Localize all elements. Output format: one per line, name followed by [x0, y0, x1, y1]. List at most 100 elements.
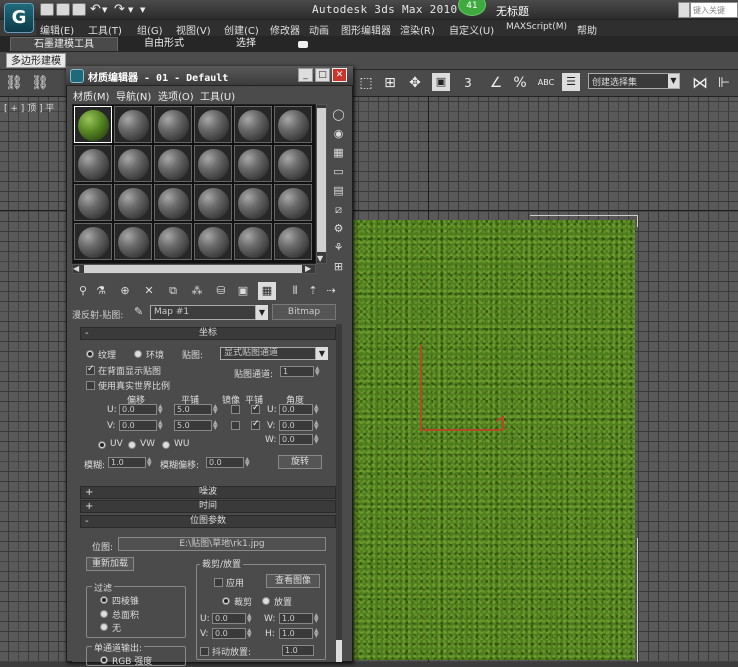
- texture-radio[interactable]: [86, 350, 94, 358]
- blur-offset-field[interactable]: 0.0: [206, 457, 244, 468]
- percent-snap-icon[interactable]: %: [510, 73, 530, 93]
- menu-customize[interactable]: 自定义(U): [449, 22, 494, 37]
- use-pivot-icon[interactable]: ⊞: [380, 73, 400, 93]
- video-color-check-icon[interactable]: ▤: [330, 182, 347, 199]
- menu-edit[interactable]: 编辑(E): [40, 22, 74, 37]
- options-icon[interactable]: ⚙: [330, 220, 347, 237]
- snaps-toggle-icon[interactable]: 3: [458, 73, 478, 93]
- material-sample-slot[interactable]: [154, 145, 192, 182]
- spinner-snap-icon[interactable]: ABC: [536, 73, 556, 93]
- u-offset-field[interactable]: 0.0: [119, 404, 157, 415]
- unlink-icon[interactable]: ⛓: [30, 73, 50, 93]
- jitter-checkbox[interactable]: [200, 647, 209, 656]
- menu-create[interactable]: 创建(C): [224, 22, 259, 37]
- v-tile-checkbox[interactable]: [251, 419, 260, 430]
- reload-button[interactable]: 重新加载: [86, 557, 134, 571]
- v-angle-spinner[interactable]: ▲ ▼: [314, 420, 319, 431]
- chevron-down-icon[interactable]: ▼: [316, 347, 328, 360]
- rotate-button[interactable]: 旋转: [278, 455, 322, 469]
- material-sample-slot[interactable]: [74, 145, 112, 182]
- blur-spinner[interactable]: ▲ ▼: [147, 457, 152, 468]
- v-offset-spinner[interactable]: ▲ ▼: [158, 420, 163, 431]
- bitmap-params-rollout-header[interactable]: - 位图参数: [80, 515, 336, 528]
- environment-radio[interactable]: [134, 350, 142, 358]
- grass-plane-object[interactable]: [353, 220, 635, 660]
- go-forward-sibling-icon[interactable]: ⇢: [322, 282, 340, 300]
- show-map-on-back-checkbox[interactable]: [86, 364, 95, 375]
- material-sample-slot[interactable]: [234, 145, 272, 182]
- apply-checkbox[interactable]: [214, 578, 223, 587]
- vw-radio[interactable]: [128, 441, 136, 449]
- crop-radio[interactable]: [222, 597, 230, 605]
- backlight-icon[interactable]: ◉: [330, 125, 347, 142]
- u-angle-field[interactable]: 0.0: [279, 404, 313, 415]
- menu-views[interactable]: 视图(V): [176, 22, 211, 37]
- crop-v-spinner[interactable]: ▲ ▼: [247, 628, 252, 639]
- slots-horizontal-scroll-thumb[interactable]: [84, 265, 302, 273]
- put-to-scene-icon[interactable]: ⚗: [92, 282, 110, 300]
- menu-graph-editors[interactable]: 图形编辑器: [341, 22, 391, 37]
- me-menu-utilities[interactable]: 工具(U): [200, 88, 235, 103]
- summed-area-radio[interactable]: [100, 610, 108, 618]
- material-sample-slot[interactable]: [154, 184, 192, 221]
- menu-rendering[interactable]: 渲染(R): [400, 22, 435, 37]
- v-angle-field[interactable]: 0.0: [279, 420, 313, 431]
- uv-tiling-icon[interactable]: ▭: [330, 163, 347, 180]
- put-to-library-icon[interactable]: ⛁: [212, 282, 230, 300]
- material-sample-slot[interactable]: [234, 184, 272, 221]
- me-menu-options[interactable]: 选项(O): [158, 88, 194, 103]
- bitmap-path-button[interactable]: E:\贴图\草地\rk1.jpg: [118, 537, 326, 551]
- view-image-button[interactable]: 查看图像: [266, 574, 320, 588]
- me-menu-material[interactable]: 材质(M): [73, 88, 109, 103]
- map-name-field[interactable]: Map #1: [150, 305, 256, 320]
- material-sample-slot[interactable]: [274, 106, 312, 143]
- align-icon[interactable]: ⊩: [714, 73, 734, 93]
- tab-graphite-modeling[interactable]: 石墨建模工具: [10, 37, 118, 51]
- snap-toggle-icon[interactable]: ▣: [432, 73, 450, 91]
- material-sample-slot[interactable]: [194, 106, 232, 143]
- mapping-dropdown[interactable]: 显式贴图通道: [220, 347, 316, 360]
- make-copy-icon[interactable]: ⧉: [164, 282, 182, 300]
- ribbon-minimize-icon[interactable]: [298, 41, 308, 48]
- chevron-down-icon[interactable]: ▼: [256, 305, 268, 320]
- material-id-channel-icon[interactable]: ▣: [234, 282, 252, 300]
- time-rollout-header[interactable]: + 时间: [80, 500, 336, 513]
- material-sample-slot[interactable]: [114, 223, 152, 260]
- close-icon[interactable]: ✕: [332, 68, 347, 82]
- edit-named-selection-icon[interactable]: ☰: [562, 73, 580, 91]
- material-sample-slot[interactable]: [274, 223, 312, 260]
- rollout-scroll-thumb[interactable]: [336, 640, 342, 662]
- v-tiling-spinner[interactable]: ▲ ▼: [213, 420, 218, 431]
- crop-u-field[interactable]: 0.0: [212, 613, 246, 624]
- save-file-icon[interactable]: [72, 3, 86, 16]
- minimize-icon[interactable]: _: [298, 68, 313, 82]
- menu-maxscript[interactable]: MAXScript(M): [506, 22, 567, 32]
- uv-radio[interactable]: [98, 441, 106, 449]
- noise-rollout-header[interactable]: + 噪波: [80, 486, 336, 499]
- crop-u-spinner[interactable]: ▲ ▼: [247, 613, 252, 624]
- map-type-button[interactable]: Bitmap: [272, 304, 336, 320]
- crop-h-spinner[interactable]: ▲ ▼: [314, 628, 319, 639]
- u-tiling-spinner[interactable]: ▲ ▼: [213, 404, 218, 415]
- select-object-icon[interactable]: ⬚: [356, 73, 376, 93]
- help-search-icon[interactable]: [678, 2, 690, 18]
- named-selection-set-dropdown[interactable]: 创建选择集: [588, 73, 680, 89]
- material-sample-slot[interactable]: [114, 106, 152, 143]
- material-sample-slot[interactable]: [74, 106, 112, 143]
- assign-to-selection-icon[interactable]: ⊕: [116, 282, 134, 300]
- new-file-icon[interactable]: [40, 3, 54, 16]
- wu-radio[interactable]: [162, 441, 170, 449]
- redo-dropdown-icon[interactable]: ▼: [128, 6, 133, 14]
- rgb-intensity-radio[interactable]: [100, 656, 108, 664]
- undo-dropdown-icon[interactable]: ▼: [102, 6, 107, 14]
- me-menu-navigation[interactable]: 导航(N): [116, 88, 151, 103]
- no-filter-radio[interactable]: [100, 623, 108, 631]
- material-map-navigator-icon[interactable]: ⊞: [330, 258, 347, 275]
- go-to-parent-icon[interactable]: ⇡: [304, 282, 322, 300]
- v-tiling-field[interactable]: 5.0: [174, 420, 212, 431]
- map-channel-spinner[interactable]: ▲ ▼: [315, 366, 320, 377]
- polygon-modeling-button[interactable]: 多边形建模: [6, 53, 66, 68]
- tab-selection[interactable]: 选择: [216, 37, 276, 51]
- reset-map-icon[interactable]: ✕: [140, 282, 158, 300]
- blur-offset-spinner[interactable]: ▲ ▼: [245, 457, 250, 468]
